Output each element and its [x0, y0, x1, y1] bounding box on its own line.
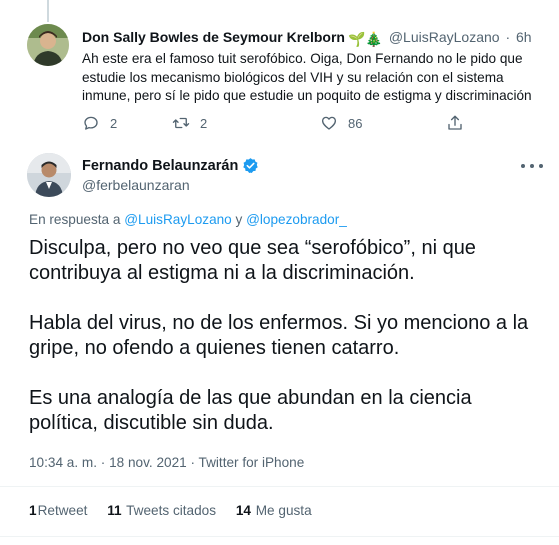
verified-icon: [243, 158, 259, 174]
tweet-paragraph: Habla del virus, no de los enfermos. Si …: [29, 312, 529, 359]
share-icon: [448, 115, 462, 130]
like-icon: [321, 116, 337, 130]
author-handle[interactable]: @ferbelaunzaran: [82, 177, 190, 193]
like-button[interactable]: 86: [320, 114, 362, 132]
avatar[interactable]: [27, 153, 71, 197]
tweet-time[interactable]: 6h: [516, 29, 532, 45]
like-count: 86: [348, 115, 363, 131]
parent-tweet[interactable]: Don Sally Bowles de Seymour Krelborn 🌱🎄 @L…: [0, 0, 559, 142]
reply-icon: [84, 116, 98, 130]
author-name[interactable]: Don Sally Bowles de Seymour Krelborn: [82, 29, 345, 45]
tweet-paragraph: Es una analogía de las que abundan en la…: [29, 387, 472, 434]
author-name[interactable]: Fernando Belaunzarán: [82, 158, 238, 174]
reply-user-link[interactable]: @lopezobrador_: [246, 212, 347, 227]
tweet-text: Disculpa, pero no veo que sea “serofóbic…: [29, 236, 529, 461]
avatar[interactable]: [27, 24, 69, 66]
author-name-row: Fernando Belaunzarán: [82, 157, 259, 174]
reply-button[interactable]: 2: [82, 114, 117, 132]
separator: ·: [505, 29, 511, 45]
reply-count: 2: [110, 115, 118, 131]
more-icon: [521, 164, 525, 168]
tweet-timestamp[interactable]: 10:34 a. m. · 18 nov. 2021 · Twitter for…: [29, 455, 304, 470]
reply-prefix: En respuesta a: [29, 212, 121, 227]
retweets-stat[interactable]: 1Retweet: [29, 503, 87, 518]
retweet-icon: [172, 117, 190, 129]
author-handle[interactable]: @LuisRayLozano: [389, 29, 500, 45]
share-button[interactable]: [446, 114, 464, 132]
reply-conjunction: y: [235, 212, 243, 227]
retweet-count: 2: [200, 115, 208, 131]
parent-tweet-header: Don Sally Bowles de Seymour Krelborn 🌱🎄 @L…: [82, 28, 532, 48]
more-options-button[interactable]: [521, 158, 543, 174]
reply-user-link[interactable]: @LuisRayLozano: [124, 212, 232, 227]
tweet-text: Ah este era el famoso tuit serofóbico. O…: [82, 51, 532, 104]
likes-stat[interactable]: 14 Me gusta: [236, 503, 312, 518]
divider: [0, 486, 559, 487]
retweet-button[interactable]: 2: [172, 114, 207, 132]
quote-tweets-stat[interactable]: 11 Tweets citados: [107, 503, 216, 518]
reply-context: En respuesta a @LuisRayLozano y @lopezob…: [29, 212, 347, 227]
tweet-actions: 2 2 86: [82, 114, 482, 134]
tweet-stats: 1Retweet 11 Tweets citados 14 Me gusta: [29, 503, 328, 518]
divider: [0, 536, 559, 537]
author-emoji: 🌱🎄: [347, 31, 383, 47]
tweet-paragraph: Disculpa, pero no veo que sea “serofóbic…: [29, 237, 476, 284]
